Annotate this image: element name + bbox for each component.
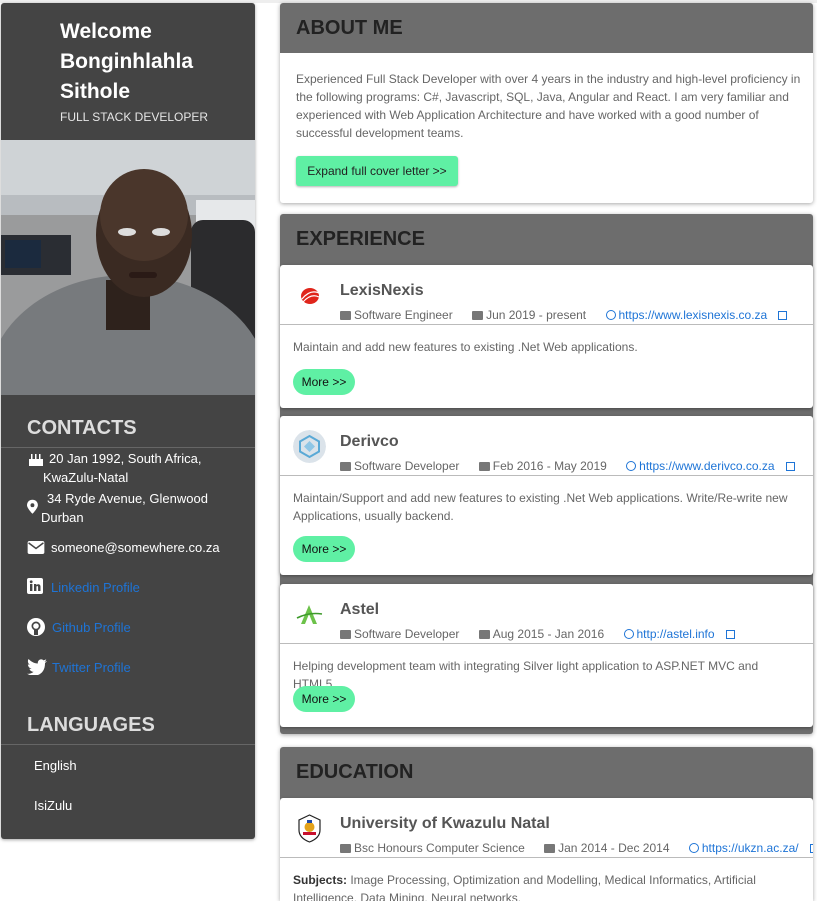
- role: Software Developer: [340, 627, 467, 641]
- divider: [280, 475, 813, 476]
- education-panel: EDUCATION University of Kwazulu Natal Bs…: [280, 747, 813, 901]
- education-card: University of Kwazulu Natal Bsc Honours …: [280, 798, 813, 901]
- birth-info: 20 Jan 1992, South Africa, KwaZulu-Natal: [27, 449, 202, 487]
- linkedin-link[interactable]: Linkedin Profile: [27, 578, 140, 597]
- address-info: 34 Ryde Avenue, Glenwood Durban: [27, 489, 208, 527]
- calendar-icon: [478, 462, 490, 471]
- role: Software Developer: [340, 459, 467, 473]
- derivco-logo-icon: [293, 430, 326, 463]
- external-link-icon: [809, 844, 813, 853]
- dates: Jan 2014 - Dec 2014: [544, 841, 677, 855]
- education-heading: EDUCATION: [280, 747, 813, 797]
- school-website-link[interactable]: https://ukzn.ac.za/: [688, 841, 813, 855]
- globe-icon: [623, 629, 634, 639]
- job-meta: Software Developer Aug 2015 - Jan 2016 h…: [340, 627, 735, 641]
- external-link-icon: [725, 630, 735, 639]
- dates: Jun 2019 - present: [472, 308, 594, 322]
- subjects-text: Subjects: Image Processing, Optimization…: [293, 873, 756, 901]
- calendar-icon: [472, 311, 484, 320]
- degree: Bsc Honours Computer Science: [340, 841, 533, 855]
- divider: [280, 643, 813, 644]
- school-name: University of Kwazulu Natal: [340, 815, 550, 832]
- linkedin-icon: [27, 578, 43, 594]
- about-me-heading: ABOUT ME: [280, 3, 813, 53]
- languages-heading: LANGUAGES: [27, 714, 155, 736]
- about-me-text: Experienced Full Stack Developer with ov…: [296, 72, 801, 140]
- company-name: Derivco: [340, 433, 399, 450]
- briefcase-icon: [340, 630, 351, 639]
- experience-heading: EXPERIENCE: [280, 214, 813, 264]
- company-name: LexisNexis: [340, 282, 424, 299]
- more-button[interactable]: More >>: [293, 369, 355, 395]
- job-title: FULL STACK DEVELOPER: [60, 110, 209, 124]
- briefcase-icon: [340, 311, 351, 320]
- profile-photo: [1, 140, 255, 395]
- company-website-link[interactable]: https://www.lexisnexis.co.za: [605, 308, 788, 322]
- ukzn-crest-icon: [293, 812, 326, 845]
- dates: Feb 2016 - May 2019: [478, 459, 615, 473]
- github-link[interactable]: Github Profile: [27, 618, 131, 637]
- briefcase-icon: [340, 462, 351, 471]
- external-link-icon: [778, 311, 788, 320]
- role: Software Engineer: [340, 308, 461, 322]
- education-meta: Bsc Honours Computer Science Jan 2014 - …: [340, 841, 813, 855]
- divider: [280, 324, 813, 325]
- welcome-heading: Welcome Bonginhlahla Sithole: [60, 20, 193, 103]
- company-name: Astel: [340, 601, 380, 618]
- experience-card: Derivco Software Developer Feb 2016 - Ma…: [280, 416, 813, 575]
- birthday-cake-icon: [29, 454, 43, 466]
- globe-icon: [626, 461, 637, 471]
- profile-sidebar: Welcome Bonginhlahla Sithole FULL STACK …: [1, 3, 255, 839]
- job-description: Helping development team with integratin…: [293, 659, 759, 691]
- more-button[interactable]: More >>: [293, 686, 355, 712]
- about-me-panel: ABOUT ME Experienced Full Stack Develope…: [280, 3, 813, 203]
- twitter-icon: [27, 659, 47, 675]
- more-button[interactable]: More >>: [293, 536, 355, 562]
- language-item: IsiZulu: [34, 798, 73, 813]
- graduation-icon: [340, 844, 351, 853]
- experience-card: LexisNexis Software Engineer Jun 2019 - …: [280, 265, 813, 408]
- divider: [280, 857, 813, 858]
- globe-icon: [688, 843, 699, 853]
- dates: Aug 2015 - Jan 2016: [478, 627, 612, 641]
- envelope-icon: [27, 541, 45, 554]
- contacts-heading: CONTACTS: [27, 417, 137, 439]
- expand-cover-letter-button[interactable]: Expand full cover letter >>: [296, 156, 458, 186]
- company-website-link[interactable]: https://www.derivco.co.za: [626, 459, 795, 473]
- external-link-icon: [785, 462, 795, 471]
- globe-icon: [605, 310, 616, 320]
- calendar-icon: [544, 844, 556, 853]
- experience-panel: EXPERIENCE LexisNexis Software Engineer …: [280, 214, 813, 734]
- divider: [1, 744, 255, 745]
- job-description: Maintain/Support and add new features to…: [293, 491, 788, 523]
- twitter-link[interactable]: Twitter Profile: [27, 658, 131, 677]
- job-meta: Software Developer Feb 2016 - May 2019 h…: [340, 459, 795, 473]
- divider: [1, 447, 255, 448]
- map-marker-icon: [27, 499, 38, 514]
- calendar-icon: [478, 630, 490, 639]
- language-item: English: [34, 758, 77, 773]
- job-meta: Software Engineer Jun 2019 - present htt…: [340, 308, 788, 322]
- lexisnexis-logo-icon: [293, 279, 326, 312]
- experience-card: Astel Software Developer Aug 2015 - Jan …: [280, 584, 813, 727]
- astel-logo-icon: [293, 598, 326, 631]
- github-icon: [27, 618, 45, 636]
- email-info: someone@somewhere.co.za: [27, 538, 220, 557]
- job-description: Maintain and add new features to existin…: [293, 340, 638, 354]
- company-website-link[interactable]: http://astel.info: [623, 627, 735, 641]
